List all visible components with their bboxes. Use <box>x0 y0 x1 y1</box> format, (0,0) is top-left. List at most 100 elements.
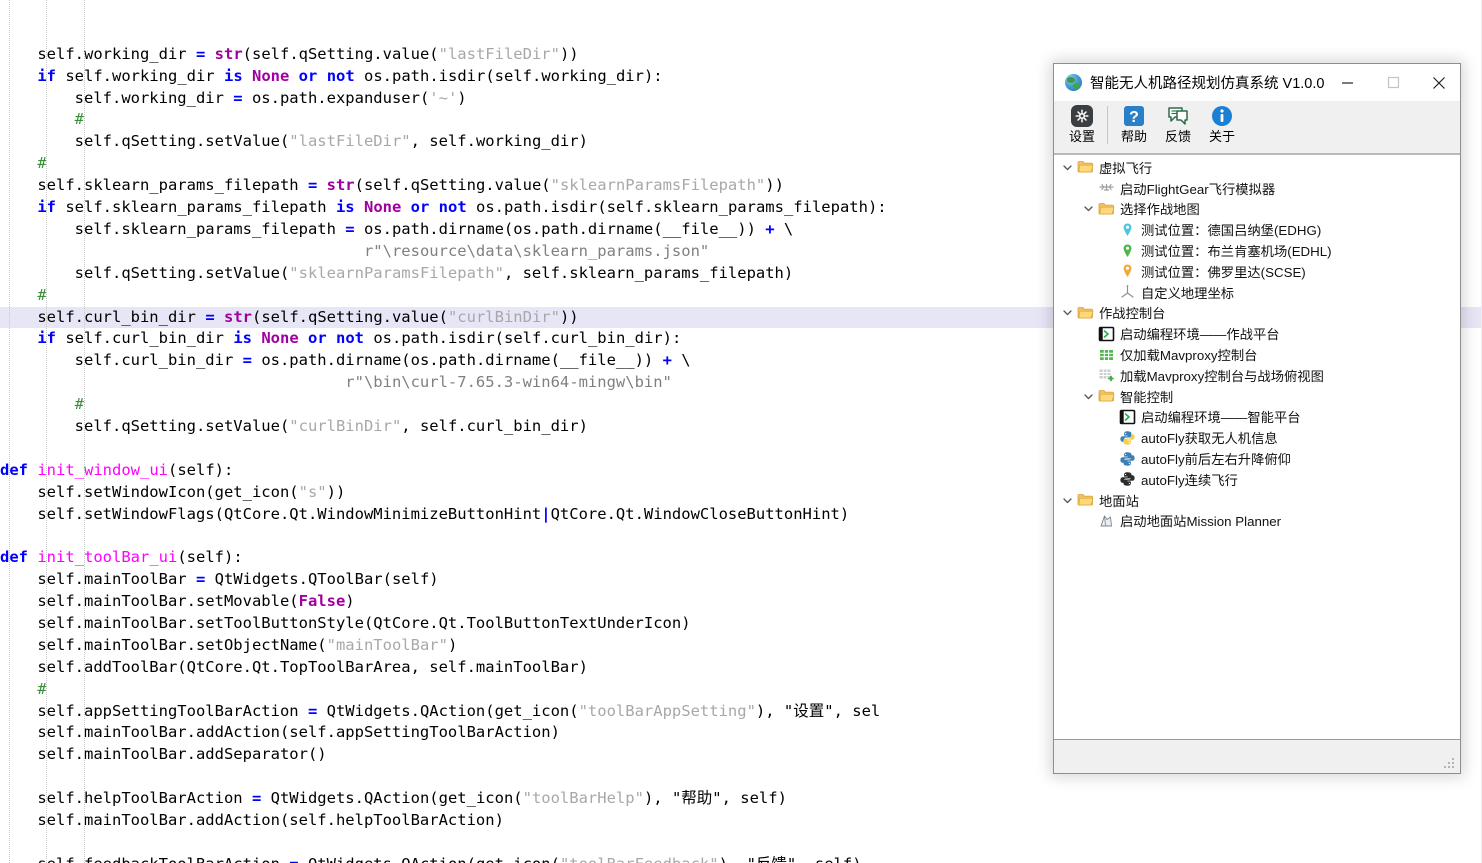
tree-item[interactable]: 自定义地理坐标 <box>1054 282 1460 303</box>
tree-item-label: autoFly连续飞行 <box>1141 472 1238 488</box>
tree-item[interactable]: 选择作战地图 <box>1054 199 1460 220</box>
tree-item-label: 虚拟飞行 <box>1099 160 1153 176</box>
tree-no-arrow <box>1104 452 1117 465</box>
tree-item[interactable]: 启动编程环境——智能平台 <box>1054 407 1460 428</box>
pin-cyan-icon <box>1119 222 1136 238</box>
toolbar-settings[interactable]: 设置 <box>1060 101 1104 154</box>
tree-item[interactable]: 作战控制台 <box>1054 303 1460 324</box>
toolbar-feedback[interactable]: 反馈 <box>1156 101 1200 154</box>
gear-icon <box>1070 104 1094 128</box>
chevron-down-icon[interactable] <box>1083 390 1096 403</box>
tree-item[interactable]: 智能控制 <box>1054 386 1460 407</box>
tree-item[interactable]: 仅加载Mavproxy控制台 <box>1054 344 1460 365</box>
maximize-button[interactable] <box>1370 64 1416 101</box>
tree-item-label: 启动编程环境——作战平台 <box>1120 327 1280 343</box>
navigation-tree[interactable]: 虚拟飞行启动FlightGear飞行模拟器 选择作战地图测试位置：德国吕纳堡(ED… <box>1054 154 1460 739</box>
chevron-down-icon[interactable] <box>1062 161 1075 174</box>
tree-no-arrow <box>1104 223 1117 236</box>
tree-item-label: 自定义地理坐标 <box>1141 285 1235 301</box>
tree-item-label: 作战控制台 <box>1099 306 1166 322</box>
chevron-down-icon[interactable] <box>1062 306 1075 319</box>
dialog-toolbar[interactable]: 设置 ? 帮助 反馈 关于 <box>1054 101 1460 154</box>
tree-item[interactable]: 测试位置：布兰肯塞机场(EDHL) <box>1054 240 1460 261</box>
tree-no-arrow <box>1104 244 1117 257</box>
grip-dot <box>1452 758 1454 760</box>
axes-icon <box>1119 284 1136 300</box>
tree-item[interactable]: 虚拟飞行 <box>1054 157 1460 178</box>
tree-item[interactable]: 加载Mavproxy控制台与战场俯视图 <box>1054 365 1460 386</box>
indent-guide <box>9 0 11 863</box>
tree-item-label: autoFly获取无人机信息 <box>1141 431 1278 447</box>
dialog-title: 智能无人机路径规划仿真系统 V1.0.0 <box>1090 76 1325 92</box>
tree-no-arrow <box>1104 431 1117 444</box>
tree-item-label: 启动FlightGear飞行模拟器 <box>1120 181 1276 197</box>
indent-guide <box>46 0 48 863</box>
tree-item-label: 启动编程环境——智能平台 <box>1141 410 1301 426</box>
tree-item[interactable]: 地面站 <box>1054 490 1460 511</box>
tree-item[interactable]: autoFly连续飞行 <box>1054 469 1460 490</box>
toolbar-about[interactable]: 关于 <box>1200 101 1244 154</box>
plane-icon <box>1098 180 1115 196</box>
folder-icon <box>1098 388 1115 404</box>
pin-orange-icon <box>1119 263 1136 279</box>
dialog-statusbar <box>1054 739 1460 773</box>
chevron-down-icon[interactable] <box>1062 494 1075 507</box>
dialog-titlebar[interactable]: 智能无人机路径规划仿真系统 V1.0.0 <box>1054 64 1460 101</box>
toolbar-help-label: 帮助 <box>1120 129 1147 144</box>
toolbar-settings-label: 设置 <box>1068 129 1095 144</box>
toolbar-separator <box>1107 106 1108 144</box>
tree-item[interactable]: 启动地面站Mission Planner <box>1054 511 1460 532</box>
tree-item-label: 智能控制 <box>1120 389 1174 405</box>
python-blue-icon <box>1119 451 1136 467</box>
python-yellow-icon <box>1119 430 1136 446</box>
folder-icon <box>1098 201 1115 217</box>
code-line: self.feedbackToolBarAction = QtWidgets.Q… <box>0 854 1482 863</box>
toolbar-about-label: 关于 <box>1208 129 1235 144</box>
tree-item[interactable]: 启动编程环境——作战平台 <box>1054 323 1460 344</box>
globe-icon <box>1065 74 1082 91</box>
minimize-button[interactable] <box>1324 64 1370 101</box>
resize-grip-icon[interactable] <box>1444 758 1455 769</box>
app-dialog-window[interactable]: 智能无人机路径规划仿真系统 V1.0.0 设置 ? 帮助 反馈 关于 虚拟飞行 … <box>1053 63 1461 774</box>
window-buttons <box>1324 64 1462 101</box>
grip-dot <box>1448 766 1450 768</box>
question-icon: ? <box>1122 104 1146 128</box>
folder-icon <box>1077 305 1094 321</box>
tree-item-label: 选择作战地图 <box>1120 202 1200 218</box>
tree-item[interactable]: autoFly前后左右升降俯仰 <box>1054 448 1460 469</box>
tree-item-label: 测试位置：佛罗里达(SCSE) <box>1141 264 1306 280</box>
close-button[interactable] <box>1416 64 1462 101</box>
tree-item-label: 测试位置：德国吕纳堡(EDHG) <box>1141 223 1322 239</box>
grip-dot <box>1448 762 1450 764</box>
toolbar-feedback-label: 反馈 <box>1164 129 1191 144</box>
tree-item[interactable]: autoFly获取无人机信息 <box>1054 427 1460 448</box>
tree-item-label: 地面站 <box>1099 493 1139 509</box>
tree-item-label: 启动地面站Mission Planner <box>1120 514 1282 530</box>
tree-item[interactable]: 测试位置：德国吕纳堡(EDHG) <box>1054 219 1460 240</box>
tree-no-arrow <box>1083 514 1096 527</box>
tree-no-arrow <box>1104 286 1117 299</box>
tree-no-arrow <box>1083 369 1096 382</box>
terminal-icon <box>1119 409 1136 425</box>
folder-icon <box>1077 492 1094 508</box>
grip-dot <box>1444 766 1446 768</box>
python-dark-icon <box>1119 471 1136 487</box>
folder-icon <box>1077 159 1094 175</box>
tree-no-arrow <box>1083 182 1096 195</box>
grid-gray-icon <box>1098 367 1115 383</box>
tree-item[interactable]: 测试位置：佛罗里达(SCSE) <box>1054 261 1460 282</box>
terminal-icon <box>1098 326 1115 342</box>
mission-planner-icon <box>1098 513 1115 529</box>
grip-dot <box>1452 766 1454 768</box>
tree-item[interactable]: 启动FlightGear飞行模拟器 <box>1054 178 1460 199</box>
grid-green-icon <box>1098 347 1115 363</box>
tree-item-label: 测试位置：布兰肯塞机场(EDHL) <box>1141 244 1332 260</box>
grip-dot <box>1452 762 1454 764</box>
code-line: self.mainToolBar.addAction(self.helpTool… <box>0 810 504 829</box>
toolbar-help[interactable]: ? 帮助 <box>1112 101 1156 154</box>
feedback-icon <box>1166 104 1190 128</box>
tree-item-label: 仅加载Mavproxy控制台 <box>1120 348 1258 364</box>
chevron-down-icon[interactable] <box>1083 202 1096 215</box>
code-line: self.helpToolBarAction = QtWidgets.QActi… <box>0 789 787 808</box>
